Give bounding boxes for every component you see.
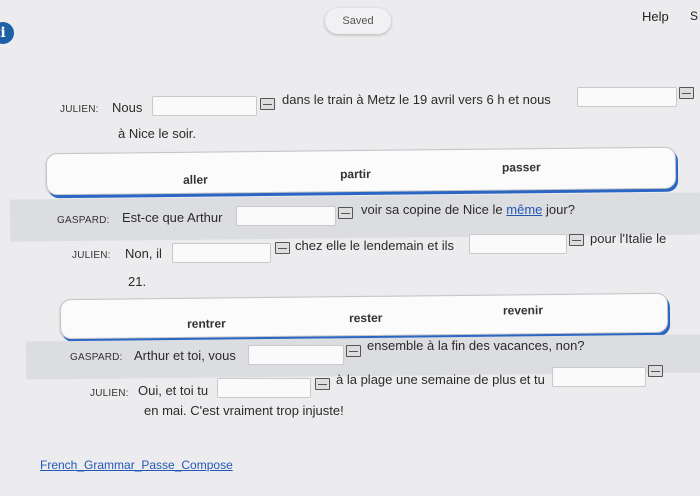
grammar-reference-link[interactable]: French_Grammar_Passe_Compose bbox=[40, 458, 233, 472]
blank-1[interactable] bbox=[152, 96, 257, 116]
keyboard-icon[interactable] bbox=[275, 242, 290, 254]
word-chip[interactable]: revenir bbox=[503, 303, 543, 317]
word-chip[interactable]: aller bbox=[183, 173, 208, 187]
row2-text-after: voir sa copine de Nice le même jour? bbox=[361, 202, 575, 217]
row3-text-after: pour l'Italie le bbox=[590, 231, 667, 246]
speaker-julien-3: JULIEN: bbox=[90, 388, 129, 399]
row2-text-end: jour? bbox=[546, 202, 575, 217]
keyboard-icon[interactable] bbox=[346, 345, 361, 357]
keyboard-icon[interactable] bbox=[648, 365, 663, 377]
blank-8[interactable] bbox=[552, 367, 646, 387]
word-chip[interactable]: passer bbox=[502, 160, 541, 174]
row3-text-before: Non, il bbox=[125, 246, 162, 261]
blank-3[interactable] bbox=[236, 206, 336, 226]
info-icon[interactable]: i bbox=[0, 22, 14, 44]
speaker-gaspard-1: GASPARD: bbox=[57, 215, 110, 226]
keyboard-icon[interactable] bbox=[315, 378, 330, 390]
keyboard-icon[interactable] bbox=[338, 207, 353, 219]
row2-text-before: Est-ce que Arthur bbox=[122, 210, 223, 225]
speaker-julien-2: JULIEN: bbox=[72, 250, 111, 261]
row1-text-continuation: à Nice le soir. bbox=[118, 126, 197, 141]
keyboard-icon[interactable] bbox=[569, 234, 584, 246]
word-chip[interactable]: partir bbox=[340, 167, 371, 181]
keyboard-icon[interactable] bbox=[679, 87, 694, 99]
blank-5[interactable] bbox=[469, 234, 567, 254]
row1-text-mid: dans le train à Metz le 19 avril vers 6 … bbox=[282, 92, 551, 107]
blank-4[interactable] bbox=[172, 243, 271, 263]
row2-text-after-part: voir sa copine de Nice le bbox=[361, 202, 503, 217]
blank-6[interactable] bbox=[248, 345, 344, 365]
row5-text-mid: à la plage une semaine de plus et tu bbox=[336, 372, 545, 387]
row5-text-before: Oui, et toi tu bbox=[138, 383, 209, 398]
word-bank-1: aller partir passer bbox=[45, 146, 677, 196]
blank-2[interactable] bbox=[577, 87, 677, 107]
header-edge-letter: S bbox=[690, 9, 699, 23]
word-chip[interactable]: rentrer bbox=[187, 316, 226, 330]
speaker-julien-1: JULIEN: bbox=[60, 104, 99, 115]
blank-7[interactable] bbox=[217, 378, 311, 398]
word-bank-2: rentrer rester revenir bbox=[59, 292, 669, 340]
row1-text-before: Nous bbox=[112, 100, 143, 115]
row4-text-before: Arthur et toi, vous bbox=[134, 348, 236, 363]
row4-text-after: ensemble à la fin des vacances, non? bbox=[367, 338, 585, 353]
meme-link[interactable]: même bbox=[506, 202, 542, 217]
saved-status-badge: Saved bbox=[325, 8, 391, 34]
help-link[interactable]: Help bbox=[642, 9, 669, 24]
row5-text-continuation: en mai. C'est vraiment trop injuste! bbox=[144, 403, 344, 418]
speaker-gaspard-2: GASPARD: bbox=[70, 352, 123, 363]
word-chip[interactable]: rester bbox=[349, 311, 383, 325]
row3-text-continuation: 21. bbox=[128, 274, 147, 289]
row3-text-mid: chez elle le lendemain et ils bbox=[295, 238, 454, 253]
keyboard-icon[interactable] bbox=[260, 98, 275, 110]
